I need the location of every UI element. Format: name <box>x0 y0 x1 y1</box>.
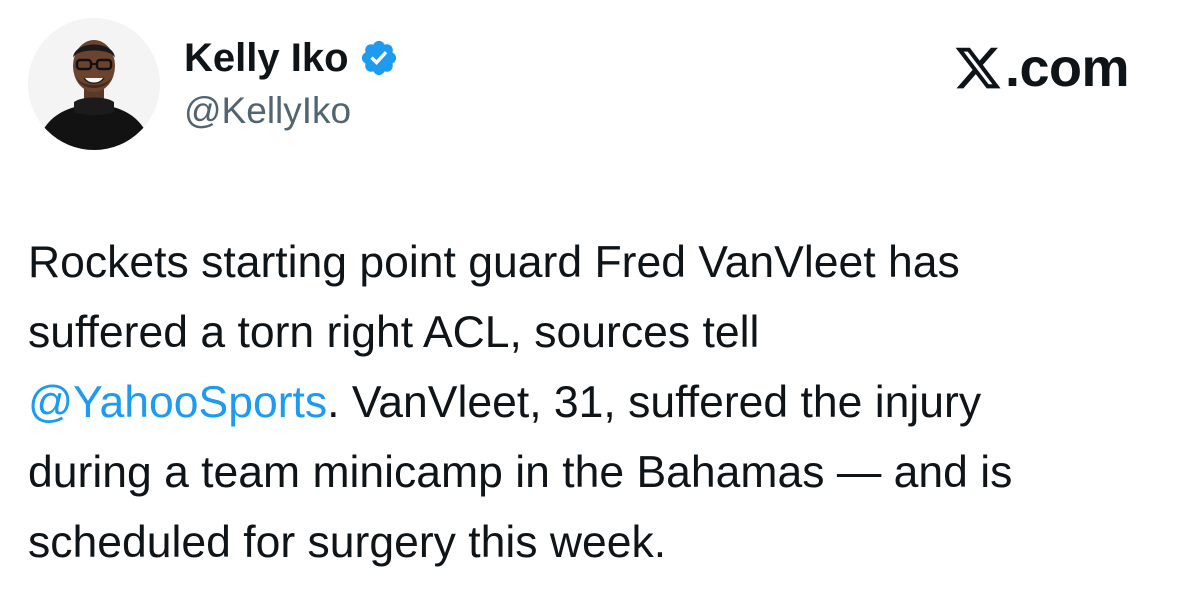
avatar-image <box>28 18 160 150</box>
tweet-text-segment: Rockets starting point guard Fred VanVle… <box>28 238 960 287</box>
author-display-name[interactable]: Kelly Iko <box>184 34 349 82</box>
brand-watermark: .com <box>953 38 1130 98</box>
tweet-card: Kelly Iko @KellyIko .com Rockets startin… <box>0 0 1179 616</box>
avatar[interactable] <box>28 18 160 150</box>
tweet-text: Rockets starting point guard Fred VanVle… <box>28 228 1158 578</box>
tweet-text-segment: during a team minicamp in the Bahamas — … <box>28 448 1013 497</box>
author-name-row: Kelly Iko <box>184 34 399 82</box>
verified-badge-icon <box>359 38 399 78</box>
author-handle[interactable]: @KellyIko <box>184 88 351 134</box>
tweet-line: @YahooSports. VanVleet, 31, suffered the… <box>28 368 1158 438</box>
brand-domain: .com <box>1004 38 1130 98</box>
mention-link[interactable]: @YahooSports <box>28 378 327 427</box>
tweet-line: scheduled for surgery this week. <box>28 508 1158 578</box>
tweet-text-segment: scheduled for surgery this week. <box>28 518 667 567</box>
tweet-line: during a team minicamp in the Bahamas — … <box>28 438 1158 508</box>
x-logo-icon <box>953 43 1003 93</box>
tweet-line: suffered a torn right ACL, sources tell <box>28 298 1158 368</box>
tweet-text-segment: suffered a torn right ACL, sources tell <box>28 308 760 357</box>
tweet-line: Rockets starting point guard Fred VanVle… <box>28 228 1158 298</box>
tweet-text-segment: . VanVleet, 31, suffered the injury <box>327 378 982 427</box>
